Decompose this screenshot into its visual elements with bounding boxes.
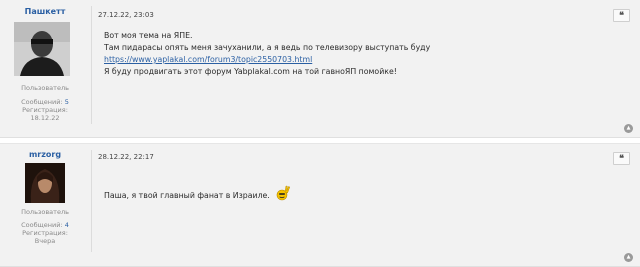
post-date: 28.12.22, 22:17 (98, 153, 154, 161)
peace-smiley-icon (275, 185, 291, 205)
scroll-top-button[interactable]: ▲ (624, 253, 633, 262)
avatar-image (25, 163, 65, 203)
post-body: Вот моя тема на ЯПЕ. Там пидарасы опять … (104, 30, 430, 78)
avatar[interactable] (14, 22, 70, 76)
registration-label: Регистрация: (22, 106, 68, 114)
messages-label: Сообщений: (21, 221, 63, 229)
avatar-image (14, 22, 70, 76)
avatar[interactable] (25, 163, 65, 203)
divider (91, 6, 92, 124)
author-messages: Сообщений: 5 (0, 98, 90, 106)
scroll-top-button[interactable]: ▲ (624, 124, 633, 133)
messages-count[interactable]: 5 (65, 98, 69, 106)
forum-post: Пашкетт Пользователь Сообщений: 5 Регист… (0, 0, 640, 138)
post-author-panel: Пашкетт Пользователь Сообщений: 5 Регист… (0, 0, 90, 137)
messages-label: Сообщений: (21, 98, 63, 106)
quote-icon: ❝ (619, 11, 624, 21)
author-name[interactable]: Пашкетт (0, 7, 90, 16)
post-line: Вот моя тема на ЯПЕ. (104, 31, 193, 40)
post-body: Паша, я твой главный фанат в Израиле. (104, 185, 291, 205)
divider (91, 150, 92, 252)
quote-button[interactable]: ❝ (613, 152, 630, 165)
post-line: Там пидарасы опять меня зачуханили, а я … (104, 43, 431, 52)
post-date: 27.12.22, 23:03 (98, 11, 154, 19)
registration-date: Вчера (34, 237, 56, 245)
scroll-top-icon: ▲ (626, 125, 631, 131)
post-author-panel: mrzorg Пользователь Сообщений: 4 Регистр… (0, 144, 90, 266)
messages-count[interactable]: 4 (65, 221, 69, 229)
author-messages: Сообщений: 4 (0, 221, 90, 229)
quote-button[interactable]: ❝ (613, 9, 630, 22)
post-line: Я буду продвигать этот форум Yabplakal.c… (104, 67, 397, 76)
scroll-top-icon: ▲ (626, 254, 631, 260)
quote-icon: ❝ (619, 154, 624, 164)
post-line: Паша, я твой главный фанат в Израиле. (104, 191, 270, 200)
author-role: Пользователь (21, 84, 69, 92)
author-role: Пользователь (21, 208, 69, 216)
forum-post: mrzorg Пользователь Сообщений: 4 Регистр… (0, 143, 640, 267)
author-name[interactable]: mrzorg (0, 150, 90, 159)
registration-date: 18.12.22 (30, 114, 60, 122)
registration-label: Регистрация: (22, 229, 68, 237)
topic-link[interactable]: https://www.yaplakal.com/forum3/topic255… (104, 55, 312, 64)
